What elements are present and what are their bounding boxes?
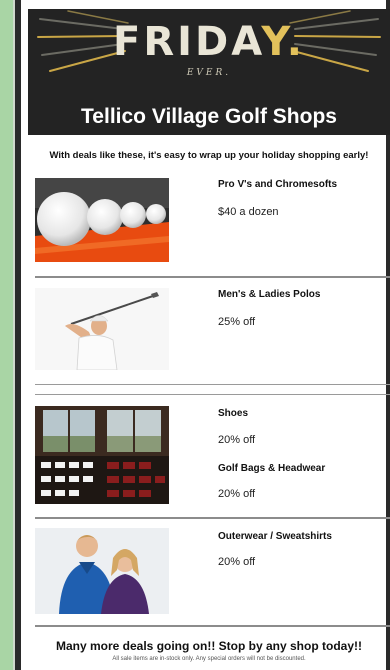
friday-headline: FRIDAY. xyxy=(28,19,390,65)
outerwear-models-image[interactable] xyxy=(35,528,169,614)
promo-tagline: With deals like these, it's easy to wrap… xyxy=(49,150,369,161)
page-title: Tellico Village Golf Shops xyxy=(81,105,337,128)
product-offer-balls: $40 a dozen xyxy=(218,206,279,218)
golfer-polo-image[interactable] xyxy=(35,288,169,370)
footer-disclaimer: All sale items are in-stock only. Any sp… xyxy=(112,656,306,662)
pro-shop-illustration xyxy=(35,406,169,504)
friday-headline-accent: Y. xyxy=(261,19,305,65)
golf-balls-illustration xyxy=(35,178,169,262)
product-offer-outerwear: 20% off xyxy=(218,556,256,568)
product-offer-bags: 20% off xyxy=(218,488,256,500)
section-divider xyxy=(35,384,390,385)
pro-shop-display-image[interactable] xyxy=(35,406,169,504)
header-banner: FRIDAY. EVER. Tellico Village Golf Shops xyxy=(28,9,390,135)
product-title-balls: Pro V's and Chromesofts xyxy=(218,179,338,190)
product-offer-shoes: 20% off xyxy=(218,434,256,446)
outerwear-models-illustration xyxy=(35,528,169,614)
product-title-outerwear: Outerwear / Sweatshirts xyxy=(218,531,332,542)
product-title-bags: Golf Bags & Headwear xyxy=(218,463,326,474)
section-divider xyxy=(35,517,390,519)
email-body: FRIDAY. EVER. Tellico Village Golf Shops… xyxy=(21,0,390,670)
golf-balls-image[interactable] xyxy=(35,178,169,262)
section-divider xyxy=(35,276,390,278)
window-side-strip xyxy=(0,0,13,670)
product-offer-polos: 25% off xyxy=(218,316,256,328)
section-divider xyxy=(35,625,390,627)
product-title-polos: Men's & Ladies Polos xyxy=(218,289,321,300)
section-divider xyxy=(35,394,390,395)
golfer-swing-illustration xyxy=(35,288,169,370)
footer-headline: Many more deals going on!! Stop by any s… xyxy=(55,639,363,653)
ever-subline: EVER. xyxy=(186,68,232,78)
friday-headline-main: FRIDA xyxy=(113,19,262,65)
product-title-shoes: Shoes xyxy=(218,408,249,419)
